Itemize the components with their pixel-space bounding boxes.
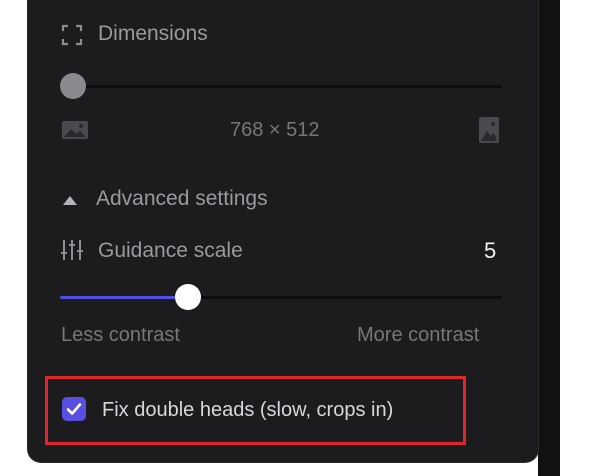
guidance-slider-thumb[interactable] bbox=[175, 284, 202, 310]
more-contrast-label: More contrast bbox=[357, 324, 480, 346]
highlight-box bbox=[45, 376, 466, 445]
less-contrast-label: Less contrast bbox=[61, 324, 180, 346]
dimensions-slider-track[interactable] bbox=[62, 85, 502, 88]
guidance-scale-value: 5 bbox=[484, 238, 497, 263]
dimensions-size-text: 768 × 512 bbox=[230, 119, 320, 141]
guidance-scale-label: Guidance scale bbox=[98, 239, 243, 262]
advanced-settings-toggle[interactable]: Advanced settings bbox=[96, 187, 268, 211]
expand-icon bbox=[61, 24, 83, 46]
landscape-image-icon bbox=[61, 120, 89, 140]
portrait-image-icon bbox=[478, 116, 500, 144]
collapse-triangle-icon[interactable] bbox=[61, 193, 79, 205]
sliders-icon bbox=[60, 238, 84, 262]
right-edge-background bbox=[538, 0, 560, 476]
dimensions-label: Dimensions bbox=[98, 22, 208, 45]
dimensions-slider-thumb[interactable] bbox=[60, 73, 86, 99]
guidance-slider-fill bbox=[60, 296, 189, 299]
